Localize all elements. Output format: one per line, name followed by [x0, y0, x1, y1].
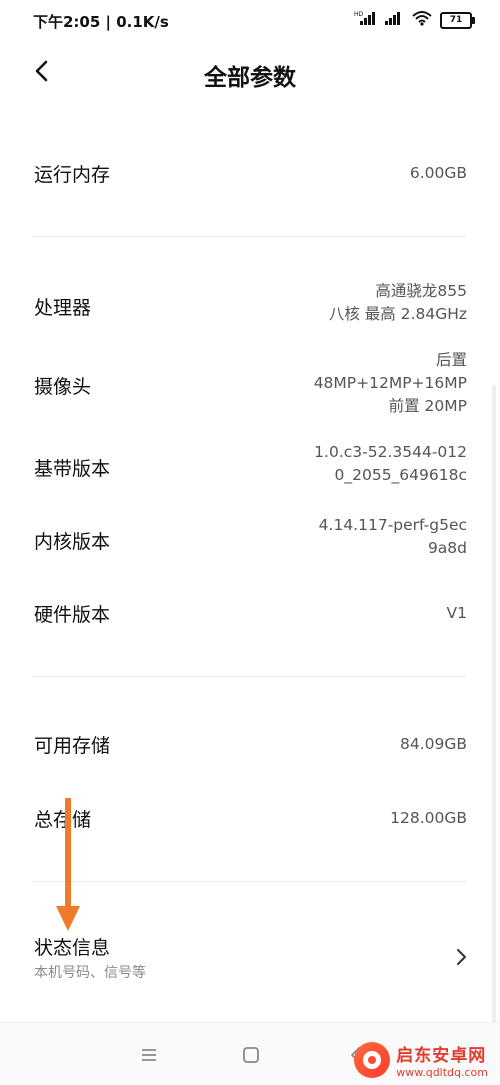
signal-icon: [384, 10, 404, 30]
spec-value: 128.00GB: [390, 809, 467, 827]
divider: [33, 236, 467, 237]
spec-value: V1: [446, 604, 467, 622]
spec-value: 高通骁龙855 八核 最高 2.84GHz: [328, 282, 467, 323]
chevron-right-icon: [454, 947, 470, 967]
watermark: 启东安卓网 www.qdltdq.com: [354, 1041, 488, 1079]
system-nav-bar: 启东安卓网 www.qdltdq.com: [0, 1022, 500, 1085]
spec-row-camera: 摄像头 后置 48MP+12MP+16MP 前置 20MP: [0, 349, 500, 421]
spec-row-cpu: 处理器 高通骁龙855 八核 最高 2.84GHz: [0, 280, 500, 330]
spec-row-baseband: 基带版本 1.0.c3-52.3544-012 0_2055_649618c: [0, 441, 500, 491]
watermark-url: www.qdltdq.com: [396, 1066, 488, 1079]
menu-icon: [142, 1049, 156, 1061]
spec-label: 内核版本: [34, 531, 111, 553]
spec-label: 处理器: [34, 297, 92, 319]
spec-label: 硬件版本: [34, 604, 111, 626]
spec-label: 运行内存: [34, 164, 111, 186]
status-icons: HD 71: [354, 10, 475, 30]
home-icon: [243, 1047, 259, 1063]
spec-label: 可用存储: [34, 735, 111, 757]
page-title: 全部参数: [204, 65, 296, 91]
spec-label: 摄像头: [34, 376, 92, 398]
watermark-logo-icon: [354, 1042, 391, 1078]
spec-value: 1.0.c3-52.3544-012 0_2055_649618c: [314, 443, 467, 484]
header: 全部参数: [0, 48, 500, 98]
annotation-arrow-icon: [55, 798, 81, 933]
watermark-title: 启东安卓网: [396, 1046, 487, 1066]
status-info-subtitle: 本机号码、信号等: [34, 965, 146, 981]
svg-text:HD: HD: [354, 11, 364, 18]
menu-nav-button[interactable]: [137, 1043, 161, 1067]
scrollbar[interactable]: [492, 385, 496, 1025]
status-bar: 下午2:05 | 0.1K/s HD 71: [0, 0, 500, 40]
home-nav-button[interactable]: [239, 1043, 263, 1067]
spec-row-kernel: 内核版本 4.14.117-perf-g5ec 9a8d: [0, 514, 500, 564]
wifi-icon: [412, 10, 432, 30]
spec-label: 基带版本: [34, 458, 111, 480]
status-time-speed: 下午2:05 | 0.1K/s: [33, 13, 169, 31]
spec-row-available-storage: 可用存储 84.09GB: [0, 729, 500, 759]
signal-hd-icon: HD: [354, 10, 376, 30]
spec-row-ram: 运行内存 6.00GB: [0, 158, 500, 188]
spec-value: 4.14.117-perf-g5ec 9a8d: [318, 516, 467, 557]
spec-value: 后置 48MP+12MP+16MP 前置 20MP: [313, 351, 467, 415]
battery-icon: 71: [440, 11, 475, 29]
status-info-title: 状态信息: [34, 937, 111, 959]
spec-value: 84.09GB: [399, 735, 467, 753]
spec-row-hardware: 硬件版本 V1: [0, 598, 500, 628]
spec-value: 6.00GB: [409, 164, 467, 182]
divider: [33, 676, 467, 677]
status-info-item[interactable]: 状态信息 本机号码、信号等: [0, 925, 500, 995]
divider: [33, 881, 467, 882]
